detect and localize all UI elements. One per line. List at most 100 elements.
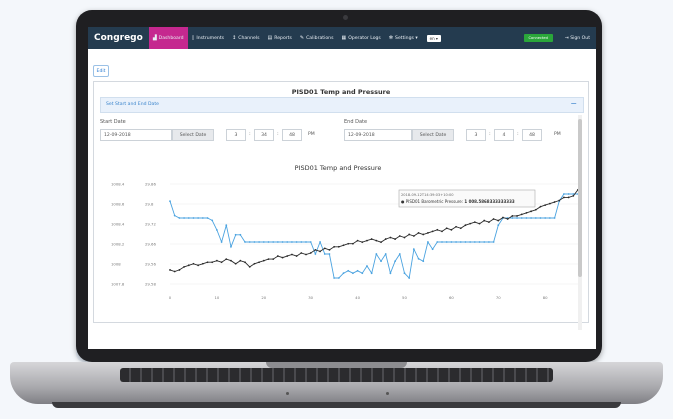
pressure-point: [178, 269, 181, 271]
pressure-point: [370, 238, 373, 240]
temperature-point: [427, 241, 429, 243]
pressure-point: [309, 252, 312, 254]
laptop-foot: [52, 402, 621, 408]
pressure-point: [394, 238, 397, 240]
pressure-point: [441, 230, 443, 233]
pressure-point: [328, 248, 331, 251]
pressure-point: [230, 259, 232, 262]
laptop-keyboard-edge: [120, 368, 553, 382]
temperature-point: [239, 233, 242, 236]
pressure-point: [558, 199, 561, 202]
pressure-point: [469, 222, 472, 225]
temperature-point: [469, 241, 472, 243]
temperature-point: [187, 217, 190, 219]
pressure-point: [417, 232, 420, 234]
y-right-tick-label: 29.72: [145, 222, 156, 227]
temperature-point: [422, 260, 425, 263]
laptop-notch: [266, 362, 407, 368]
temperature-point: [244, 241, 246, 243]
temperature-point: [351, 272, 354, 275]
pressure-point: [366, 239, 368, 242]
pressure-point: [473, 221, 476, 224]
temperature-point: [511, 217, 514, 219]
temperature-point: [548, 217, 551, 219]
temperature-point: [366, 265, 368, 267]
pressure-point: [253, 262, 256, 265]
pressure-point: [445, 227, 448, 230]
temperature-point: [534, 217, 537, 219]
temperature-point: [459, 241, 462, 243]
app-screen: Congrego ▟ Dashboard ▯ Instruments ↕ Channe…: [88, 27, 596, 349]
pressure-point: [380, 241, 382, 244]
line-chart: PISD01 Temp and Pressure 1008.41008.6100…: [111, 164, 579, 300]
x-tick-label: 20: [261, 295, 266, 300]
pressure-point: [201, 262, 204, 265]
temperature-point: [567, 193, 570, 195]
y-axis-left: 1008.4 1008.6 1008.4 1008.2 1008 1007.8: [111, 182, 125, 287]
temperature-point: [563, 193, 565, 195]
temperature-point: [267, 241, 270, 243]
pressure-point: [497, 219, 500, 222]
x-tick-label: 80: [543, 295, 548, 300]
temperature-point: [253, 241, 256, 243]
scrollbar-thumb[interactable]: [578, 119, 582, 277]
pressure-point: [450, 228, 453, 231]
temperature-point: [225, 224, 228, 227]
pressure-point: [295, 255, 298, 257]
pressure-point: [502, 216, 504, 219]
temperature-point: [417, 257, 420, 260]
pressure-point: [548, 202, 551, 205]
y-left-tick-label: 1008.4: [111, 182, 125, 187]
temperature-point: [169, 200, 171, 203]
temperature-point: [192, 217, 195, 219]
temperature-point: [286, 241, 289, 243]
pressure-point: [483, 219, 486, 222]
temperature-point: [276, 241, 279, 243]
temperature-point: [525, 217, 528, 219]
temperature-point: [370, 272, 373, 275]
temperature-point: [520, 217, 523, 219]
pressure-point: [258, 261, 261, 264]
x-tick-label: 60: [449, 295, 454, 300]
pressure-point: [276, 255, 279, 257]
y-left-tick-label: 1008.6: [111, 202, 125, 207]
temperature-point: [450, 241, 453, 243]
temperature-point: [483, 241, 486, 243]
temperature-point: [347, 269, 350, 272]
pressure-point: [351, 242, 354, 245]
temperature-point: [497, 224, 500, 227]
temperature-point: [178, 217, 181, 219]
pressure-point: [215, 259, 218, 262]
pressure-point: [347, 242, 350, 245]
temperature-point: [215, 229, 218, 231]
pressure-point: [211, 261, 214, 264]
temperature-point: [530, 217, 533, 219]
pressure-point: [530, 210, 533, 213]
temperature-point: [384, 253, 387, 255]
pressure-point: [553, 201, 556, 203]
temperature-point: [173, 214, 176, 217]
temperature-point: [375, 253, 378, 255]
x-tick-label: 50: [402, 295, 407, 300]
tooltip-line: ● PISD01 Barometric Pressure: 1 008.5868…: [401, 199, 515, 204]
x-tick-label: 40: [355, 295, 360, 300]
temperature-point: [295, 241, 298, 243]
pressure-point: [267, 258, 270, 261]
pressure-point: [300, 252, 303, 254]
temperature-point: [464, 241, 467, 243]
pressure-point: [234, 262, 237, 265]
pressure-point: [206, 261, 209, 264]
temperature-point: [389, 272, 392, 275]
y-right-tick-label: 29.58: [145, 282, 156, 287]
temperature-point: [319, 241, 321, 243]
temperature-point: [487, 241, 490, 243]
temperature-point: [300, 241, 303, 243]
y-right-tick-label: 29.56: [145, 262, 156, 267]
pressure-point: [525, 211, 528, 214]
temperature-point: [412, 248, 415, 251]
temperature-point: [380, 260, 382, 263]
pressure-point: [408, 233, 411, 236]
pressure-point: [403, 236, 406, 239]
tooltip-series: PISD01 Barometric Pressure: [406, 199, 463, 204]
temperature-point: [361, 272, 364, 275]
